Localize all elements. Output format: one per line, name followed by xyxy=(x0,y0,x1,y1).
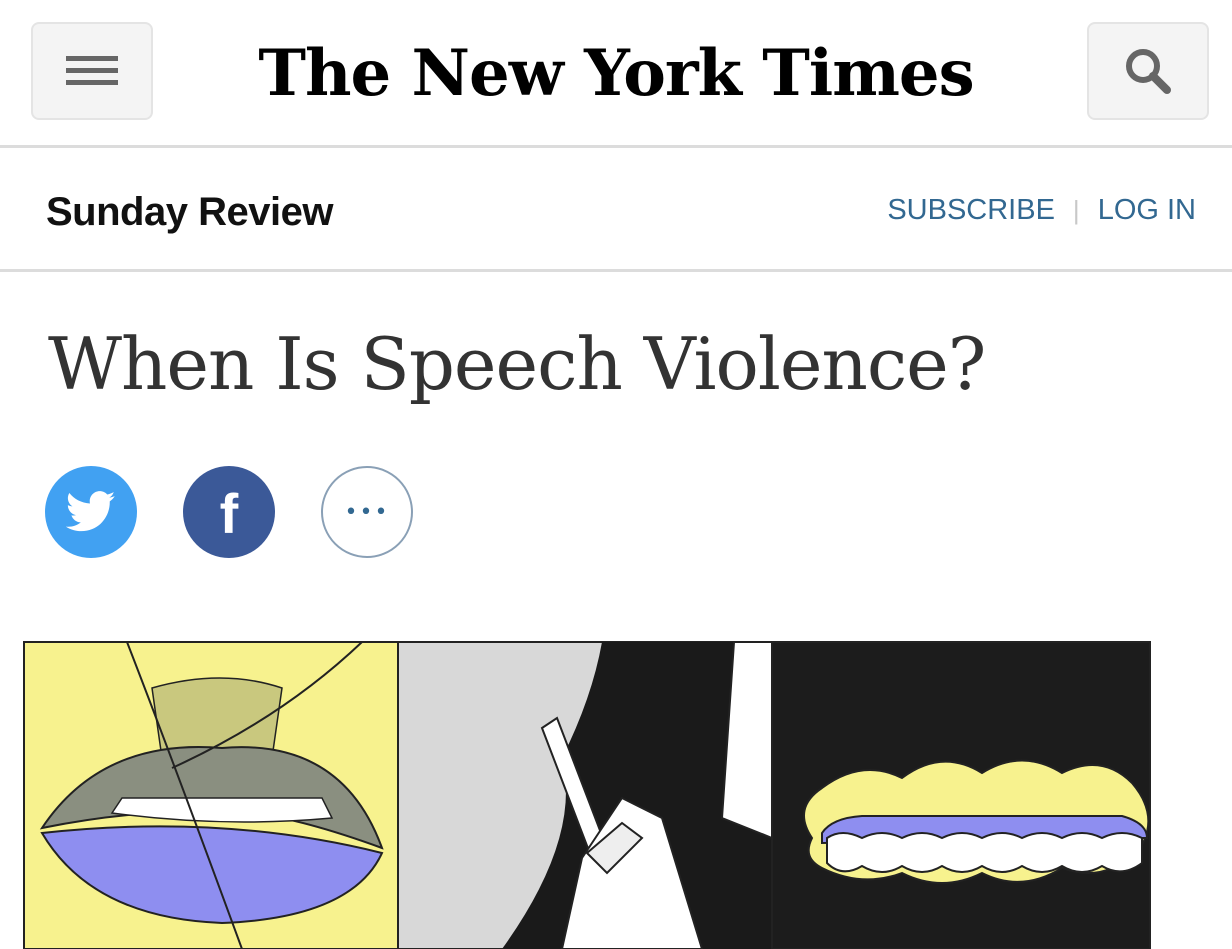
twitter-icon xyxy=(66,491,116,532)
section-title[interactable]: Sunday Review xyxy=(46,190,333,235)
share-facebook-button[interactable]: f xyxy=(183,466,275,558)
menu-button[interactable] xyxy=(31,22,153,120)
section-divider xyxy=(0,269,1232,272)
hamburger-menu-icon xyxy=(66,56,118,85)
share-twitter-button[interactable] xyxy=(45,466,137,558)
search-button[interactable] xyxy=(1087,22,1209,120)
link-separator: | xyxy=(1072,195,1080,225)
subscribe-link[interactable]: SUBSCRIBE xyxy=(887,194,1055,227)
account-links: SUBSCRIBE | LOG IN xyxy=(887,194,1196,227)
share-more-button[interactable]: ••• xyxy=(321,466,413,558)
article-illustration xyxy=(22,638,1152,949)
masthead-logo[interactable]: The New York Times xyxy=(258,28,974,118)
login-link[interactable]: LOG IN xyxy=(1098,194,1196,227)
top-navigation-bar: The New York Times xyxy=(0,0,1232,145)
article-headline: When Is Speech Violence? xyxy=(48,322,986,406)
facebook-icon: f xyxy=(219,482,239,545)
more-options-icon: ••• xyxy=(344,499,390,525)
search-icon xyxy=(1126,49,1171,94)
speech-illustration-image xyxy=(22,638,1152,949)
section-bar: Sunday Review SUBSCRIBE | LOG IN xyxy=(0,148,1232,270)
